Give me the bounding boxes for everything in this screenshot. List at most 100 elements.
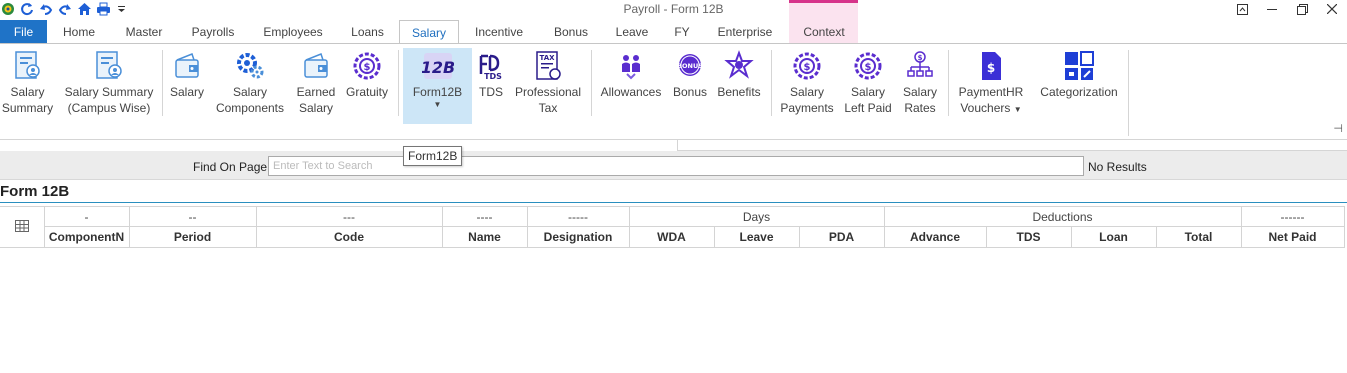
band-header-deductions: Deductions: [883, 206, 1242, 227]
wallet-icon: [170, 48, 204, 84]
restore-ribbon-icon[interactable]: [1227, 0, 1257, 18]
salary-summary-button[interactable]: Salary Summary: [0, 48, 55, 126]
salary-button[interactable]: Salary: [167, 48, 207, 126]
column-header-leave[interactable]: Leave: [713, 226, 800, 248]
tab-payrolls[interactable]: Payrolls: [180, 20, 246, 44]
column-chooser-button[interactable]: [0, 206, 45, 248]
salary-summary-campus-button[interactable]: Salary Summary (Campus Wise): [62, 48, 156, 126]
tab-employees[interactable]: Employees: [254, 20, 332, 44]
bonus-icon: BONUS: [673, 48, 707, 84]
tab-leave[interactable]: Leave: [608, 20, 656, 44]
gratuity-button[interactable]: $ Gratuity: [343, 48, 391, 126]
form12b-grid: - -- --- ---- ----- Days Deductions ----…: [0, 206, 1345, 248]
window-title: Payroll - Form 12B: [623, 2, 724, 16]
salary-rates-icon: $: [903, 48, 937, 84]
band-header-days: Days: [628, 206, 885, 227]
title-underline: [0, 202, 1347, 203]
earned-wallet-icon: [299, 48, 333, 84]
ribbon-tabs: File Home Master Payrolls Employees Loan…: [0, 20, 1347, 45]
svg-text:TDS: TDS: [484, 72, 502, 81]
band-header: -: [43, 206, 130, 227]
column-header-period[interactable]: Period: [128, 226, 257, 248]
salary-rates-button[interactable]: $ Salary Rates: [899, 48, 941, 126]
page-title: Form 12B: [0, 183, 70, 200]
column-header-componentn[interactable]: ComponentN: [43, 226, 130, 248]
window-controls: [1227, 0, 1347, 18]
categorization-icon: [1062, 48, 1096, 84]
bonus-button[interactable]: BONUS Bonus: [669, 48, 711, 126]
tab-enterprise[interactable]: Enterprise: [708, 20, 782, 44]
chevron-down-icon: ▼: [433, 100, 442, 109]
ribbon-separator: [591, 50, 592, 116]
allowances-button[interactable]: Allowances: [597, 48, 665, 126]
find-label: Find On Page: [193, 160, 268, 174]
paymenthr-vouchers-button[interactable]: $ PaymentHR Vouchers ▼: [955, 48, 1027, 126]
column-header-total[interactable]: Total: [1155, 226, 1242, 248]
ribbon-separator: [771, 50, 772, 116]
gratuity-gear-icon: $: [350, 48, 384, 84]
svg-text:BONUS: BONUS: [677, 62, 703, 70]
column-header-name[interactable]: Name: [441, 226, 528, 248]
categorization-button[interactable]: Categorization: [1036, 48, 1122, 126]
find-input[interactable]: [268, 156, 1084, 176]
svg-text:TAX: TAX: [539, 54, 555, 62]
column-header-advance[interactable]: Advance: [883, 226, 987, 248]
minimize-icon[interactable]: [1257, 0, 1287, 18]
svg-text:$: $: [364, 62, 371, 73]
ribbon-separator: [398, 50, 399, 116]
salary-left-paid-icon: $: [851, 48, 885, 84]
salary-payments-icon: $: [790, 48, 824, 84]
ribbon-panel: Salary Summary Salary Summary (Campus Wi…: [0, 44, 1347, 151]
pin-ribbon-icon[interactable]: ⊣: [1333, 122, 1343, 135]
tds-button[interactable]: TDS TDS: [475, 48, 507, 126]
form12b-button[interactable]: 12B Form12B ▼: [403, 48, 472, 124]
ribbon-collapse-area: [677, 139, 1347, 151]
tab-context[interactable]: Context: [792, 20, 856, 44]
paymenthr-vouchers-icon: $: [974, 48, 1008, 84]
tds-icon: TDS: [474, 48, 508, 84]
svg-text:$: $: [865, 62, 872, 73]
tab-master[interactable]: Master: [115, 20, 173, 44]
maximize-icon[interactable]: [1287, 0, 1317, 18]
salary-summary-campus-icon: [92, 48, 126, 84]
salary-summary-icon: [11, 48, 45, 84]
column-header-tds[interactable]: TDS: [985, 226, 1072, 248]
benefits-button[interactable]: Benefits: [715, 48, 763, 126]
salary-components-button[interactable]: Salary Components: [214, 48, 286, 126]
professional-tax-icon: TAX: [531, 48, 565, 84]
find-result-status: No Results: [1088, 160, 1147, 174]
find-bar: Find On Page No Results: [0, 151, 1347, 180]
components-gear-icon: [233, 48, 267, 84]
column-header-net-paid[interactable]: Net Paid: [1240, 226, 1345, 248]
tab-fy[interactable]: FY: [666, 20, 698, 44]
band-header: -----: [526, 206, 630, 227]
title-bar: Payroll - Form 12B: [0, 0, 1347, 18]
column-header-designation[interactable]: Designation: [526, 226, 630, 248]
column-header-code[interactable]: Code: [255, 226, 443, 248]
tab-file[interactable]: File: [0, 20, 47, 44]
allowances-icon: [614, 48, 648, 84]
professional-tax-button[interactable]: TAX Professional Tax: [513, 48, 583, 126]
grid-column-chooser-icon: [14, 219, 29, 235]
ribbon-separator: [948, 50, 949, 116]
salary-payments-button[interactable]: $ Salary Payments: [777, 48, 837, 126]
column-header-wda[interactable]: WDA: [628, 226, 715, 248]
column-header-pda[interactable]: PDA: [798, 226, 885, 248]
band-header: ---: [255, 206, 443, 227]
ribbon-separator: [162, 50, 163, 116]
tab-home[interactable]: Home: [50, 20, 108, 44]
grid-header-row: ComponentN Period Code Name Designation …: [0, 226, 1345, 248]
svg-text:$: $: [987, 61, 995, 75]
earned-salary-button[interactable]: Earned Salary: [292, 48, 340, 126]
svg-text:$: $: [918, 54, 923, 62]
tab-salary[interactable]: Salary: [399, 20, 459, 45]
svg-text:$: $: [804, 62, 811, 73]
tab-incentive[interactable]: Incentive: [466, 20, 532, 44]
band-header: ----: [441, 206, 528, 227]
tab-bonus[interactable]: Bonus: [542, 20, 600, 44]
close-icon[interactable]: [1317, 0, 1347, 18]
band-header: ------: [1240, 206, 1345, 227]
tab-loans[interactable]: Loans: [340, 20, 395, 44]
column-header-loan[interactable]: Loan: [1070, 226, 1157, 248]
salary-left-paid-button[interactable]: $ Salary Left Paid: [841, 48, 895, 126]
